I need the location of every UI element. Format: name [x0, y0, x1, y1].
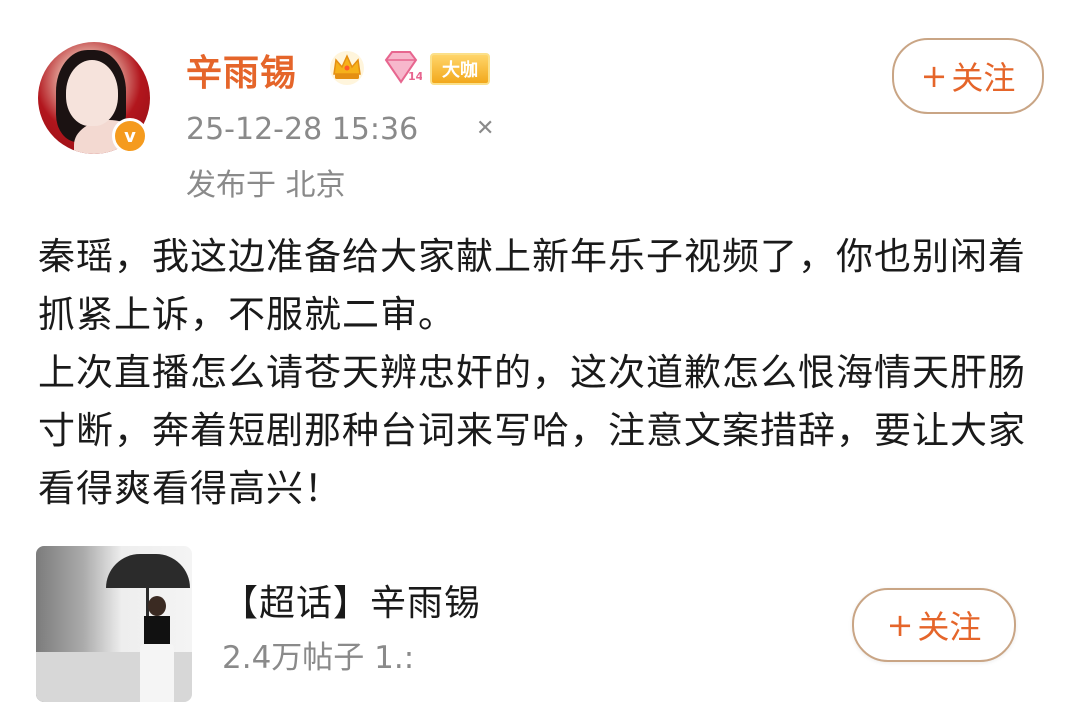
follow-label: 关注 — [951, 59, 1016, 97]
post-paragraph: 秦瑶，我这边准备给大家献上新年乐子视频了，你也别闲着抓紧上诉，不服就二审。 — [38, 235, 1026, 336]
diamond-level-icon: 14 — [384, 51, 422, 84]
supertopic-thumbnail[interactable] — [36, 546, 192, 702]
close-icon[interactable]: ✕ — [476, 116, 494, 141]
post-text: 秦瑶，我这边准备给大家献上新年乐子视频了，你也别闲着抓紧上诉，不服就二审。 上次… — [38, 228, 1048, 518]
follow-button[interactable]: + 关注 — [892, 38, 1044, 114]
follow-label: 关注 — [917, 608, 982, 646]
plus-icon: + — [920, 57, 948, 95]
supertopic-stats: 2.4万帖子 1.: — [222, 640, 415, 676]
supertopic-follow-button[interactable]: + 关注 — [852, 588, 1016, 662]
username[interactable]: 辛雨锡 — [186, 44, 297, 96]
post-location: 发布于 北京 — [186, 168, 346, 203]
svg-text:14: 14 — [408, 70, 422, 83]
crown-icon — [330, 51, 364, 85]
plus-icon: + — [886, 606, 914, 644]
verified-badge-icon: v — [112, 118, 148, 154]
supertopic-title[interactable]: 【超话】辛雨锡 — [222, 574, 481, 626]
post-timestamp: 25-12-28 15:36 — [186, 112, 419, 147]
vip-badge: 大咖 — [430, 53, 490, 85]
post-paragraph: 上次直播怎么请苍天辨忠奸的，这次道歉怎么恨海情天肝肠寸断，奔着短剧那种台词来写哈… — [38, 351, 1026, 510]
